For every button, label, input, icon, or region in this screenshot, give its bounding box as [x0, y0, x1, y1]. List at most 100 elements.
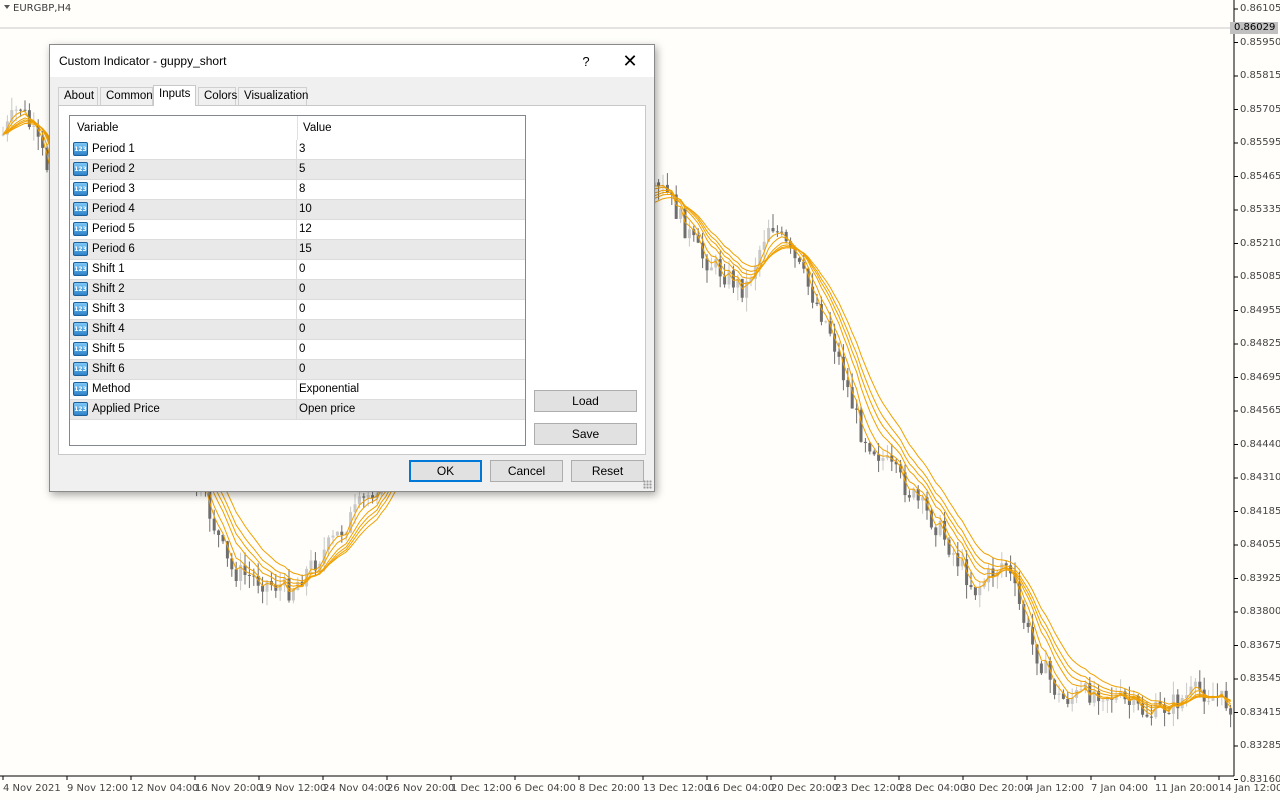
- table-row[interactable]: 123 Period 4 10: [70, 200, 525, 220]
- cancel-button[interactable]: Cancel: [490, 460, 563, 482]
- table-row[interactable]: 123 Shift 6 0: [70, 360, 525, 380]
- variable-name: Period 3: [92, 183, 135, 195]
- time-axis-label: 24 Nov 04:00: [323, 783, 391, 794]
- variable-value[interactable]: 5: [299, 163, 305, 175]
- tab-visualization[interactable]: Visualization: [238, 87, 308, 105]
- time-axis-label: 26 Nov 20:00: [387, 783, 455, 794]
- column-divider: [296, 360, 297, 380]
- time-axis-label: 14 Jan 12:00: [1219, 783, 1280, 794]
- table-row[interactable]: 123 Method Exponential: [70, 380, 525, 400]
- table-row[interactable]: 123 Period 6 15: [70, 240, 525, 260]
- candle-body: [1004, 563, 1008, 566]
- candle-body: [709, 267, 713, 271]
- table-row[interactable]: 123 Shift 3 0: [70, 300, 525, 320]
- resize-grip-icon[interactable]: [643, 480, 652, 489]
- help-button[interactable]: ?: [570, 51, 602, 73]
- table-header: Variable Value: [70, 116, 525, 140]
- variable-value[interactable]: 15: [299, 243, 312, 255]
- table-row[interactable]: 123 Shift 5 0: [70, 340, 525, 360]
- ok-button[interactable]: OK: [409, 460, 482, 482]
- reset-button[interactable]: Reset: [571, 460, 644, 482]
- column-divider: [296, 380, 297, 400]
- price-axis-label: 0.84565: [1240, 405, 1280, 416]
- variable-value[interactable]: 0: [299, 343, 305, 355]
- inputs-panel: Variable Value 123 Period 1 3 123 Period 251…: [58, 105, 646, 455]
- integer-type-icon: 123: [73, 302, 88, 316]
- candle-body: [309, 560, 313, 569]
- variable-value[interactable]: 0: [299, 363, 305, 375]
- integer-type-icon: 123: [73, 182, 88, 196]
- price-axis-label: 0.84955: [1240, 304, 1280, 316]
- save-button[interactable]: Save: [534, 423, 637, 445]
- tab-inputs[interactable]: Inputs: [153, 85, 196, 106]
- price-axis-label: 0.85465: [1240, 170, 1280, 182]
- variable-value[interactable]: 0: [299, 323, 305, 335]
- price-axis-label: 0.83415: [1240, 706, 1280, 718]
- candle-body: [1207, 700, 1211, 702]
- price-axis-label: 0.85595: [1240, 137, 1280, 148]
- price-axis-label: 0.85210: [1240, 237, 1280, 249]
- time-axis-label: 23 Dec 12:00: [835, 783, 903, 794]
- column-divider: [296, 140, 297, 160]
- integer-type-icon: 123: [73, 382, 88, 396]
- table-row[interactable]: 123 Shift 2 0: [70, 280, 525, 300]
- price-axis-label: 0.83925: [1240, 572, 1280, 584]
- time-axis-label: 4 Nov 2021: [3, 783, 61, 794]
- table-row[interactable]: 123 Period 1 3: [70, 140, 525, 160]
- table-row[interactable]: 123 Period 2 5: [70, 160, 525, 180]
- price-axis-label: 0.85085: [1240, 271, 1280, 282]
- time-axis-label: 11 Jan 20:00: [1155, 783, 1219, 794]
- column-divider: [296, 220, 297, 240]
- candle-body: [1057, 693, 1061, 695]
- tab-about[interactable]: About: [58, 87, 98, 105]
- price-axis-label: 0.84440: [1240, 438, 1280, 450]
- candle-body: [824, 321, 828, 323]
- table-row[interactable]: 123 Shift 1 0: [70, 260, 525, 280]
- variable-name: Period 2: [92, 163, 135, 175]
- candle-body: [340, 531, 344, 535]
- table-row[interactable]: 123 Period 5 12: [70, 220, 525, 240]
- variable-value[interactable]: 3: [299, 143, 305, 155]
- table-row[interactable]: 123 Period 3 8: [70, 180, 525, 200]
- header-value[interactable]: Value: [303, 122, 332, 134]
- table-row[interactable]: 123 Shift 4 0: [70, 320, 525, 340]
- inputs-table[interactable]: Variable Value 123 Period 1 3 123 Period 251…: [69, 115, 526, 446]
- variable-value[interactable]: 0: [299, 303, 305, 315]
- candle-body: [14, 109, 18, 111]
- time-axis-label: 7 Jan 04:00: [1091, 783, 1148, 794]
- candle-body: [855, 408, 859, 410]
- variable-value[interactable]: Exponential: [299, 383, 359, 395]
- candle-body: [771, 228, 775, 232]
- price-axis-label: 0.86105: [1240, 3, 1280, 14]
- candle-body: [291, 590, 295, 601]
- load-button[interactable]: Load: [534, 390, 637, 412]
- candle-body: [19, 109, 23, 111]
- candle-body: [261, 585, 265, 592]
- candle-body: [1167, 712, 1171, 714]
- time-axis-label: 30 Dec 20:00: [963, 783, 1031, 794]
- close-button[interactable]: ✕: [614, 51, 646, 73]
- time-axis-label: 9 Nov 12:00: [67, 783, 129, 794]
- column-divider: [296, 260, 297, 280]
- column-divider: [296, 340, 297, 360]
- dialog-title: Custom Indicator - guppy_short: [59, 54, 227, 68]
- tab-common[interactable]: Common: [100, 87, 153, 105]
- tab-colors[interactable]: Colors: [198, 87, 237, 105]
- integer-type-icon: 123: [73, 362, 88, 376]
- candle-body: [1039, 663, 1043, 674]
- column-divider: [296, 400, 297, 420]
- dialog-titlebar[interactable]: Custom Indicator - guppy_short ? ✕: [50, 45, 654, 77]
- table-row[interactable]: 123 Applied Price Open price: [70, 400, 525, 420]
- variable-value[interactable]: 12: [299, 223, 312, 235]
- variable-value[interactable]: 0: [299, 283, 305, 295]
- variable-name: Shift 3: [92, 303, 125, 315]
- candle-body: [723, 276, 727, 285]
- header-divider[interactable]: [297, 116, 298, 140]
- variable-value[interactable]: 10: [299, 203, 312, 215]
- price-axis-label: 0.85950: [1240, 36, 1280, 48]
- header-variable[interactable]: Variable: [77, 122, 118, 134]
- variable-value[interactable]: 8: [299, 183, 305, 195]
- variable-value[interactable]: 0: [299, 263, 305, 275]
- variable-value[interactable]: Open price: [299, 403, 355, 415]
- price-axis-label: 0.83545: [1240, 673, 1280, 684]
